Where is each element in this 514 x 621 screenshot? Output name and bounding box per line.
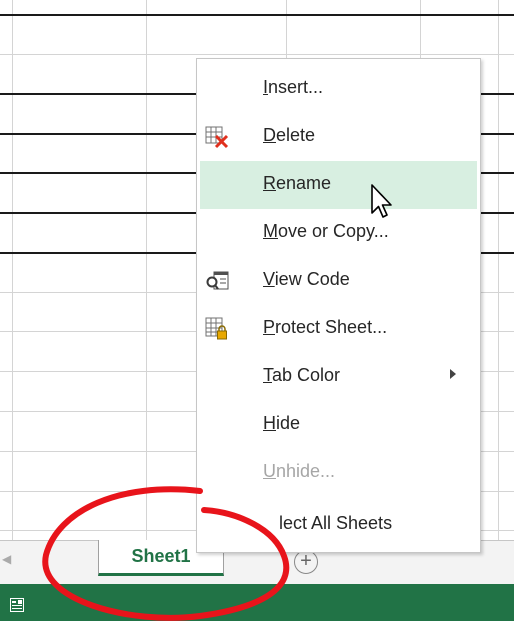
delete-sheet-icon (205, 126, 229, 149)
menu-item-insert[interactable]: Insert... (197, 65, 480, 113)
menu-item-label: Rename (263, 173, 332, 193)
cell-border-line (0, 14, 514, 16)
add-sheet-icon[interactable]: + (294, 550, 318, 574)
sheet-tab-label: Sheet1 (131, 546, 191, 566)
view-code-icon (206, 271, 229, 290)
menu-item-rename[interactable]: Rename (200, 161, 477, 209)
grid-column-line (12, 0, 13, 550)
menu-item-delete[interactable]: Delete (197, 113, 480, 161)
grid-column-line (146, 0, 147, 550)
menu-item-label: Insert... (263, 77, 324, 97)
sheet-context-menu: Insert... Delete Rename Move or Copy... … (196, 58, 481, 553)
mouse-pointer-icon (371, 184, 392, 218)
menu-item-hide[interactable]: Hide (197, 401, 480, 449)
protect-sheet-icon (205, 317, 227, 340)
menu-item-unhide: Unhide... (197, 449, 480, 497)
menu-item-select-all-sheets[interactable]: lect All Sheets (197, 501, 480, 549)
menu-item-label: Move or Copy... (263, 221, 389, 241)
menu-item-label: lect All Sheets (279, 513, 393, 533)
menu-item-tab-color[interactable]: Tab Color (197, 353, 480, 401)
menu-item-label: Tab Color (263, 365, 341, 385)
tab-scroll-left-icon[interactable]: ◀ (2, 552, 11, 566)
menu-item-label: Delete (263, 125, 316, 145)
status-bar (0, 584, 514, 621)
macro-record-icon[interactable] (10, 598, 24, 612)
menu-item-protect-sheet[interactable]: Protect Sheet... (197, 305, 480, 353)
menu-item-move-or-copy[interactable]: Move or Copy... (197, 209, 480, 257)
menu-item-label: Protect Sheet... (263, 317, 388, 337)
menu-item-label: Unhide... (263, 461, 336, 481)
grid-row-line (0, 54, 514, 55)
submenu-arrow-icon (450, 369, 456, 379)
grid-column-line (498, 0, 499, 550)
menu-item-label: View Code (263, 269, 350, 289)
menu-item-view-code[interactable]: View Code (197, 257, 480, 305)
menu-item-label: Hide (263, 413, 301, 433)
